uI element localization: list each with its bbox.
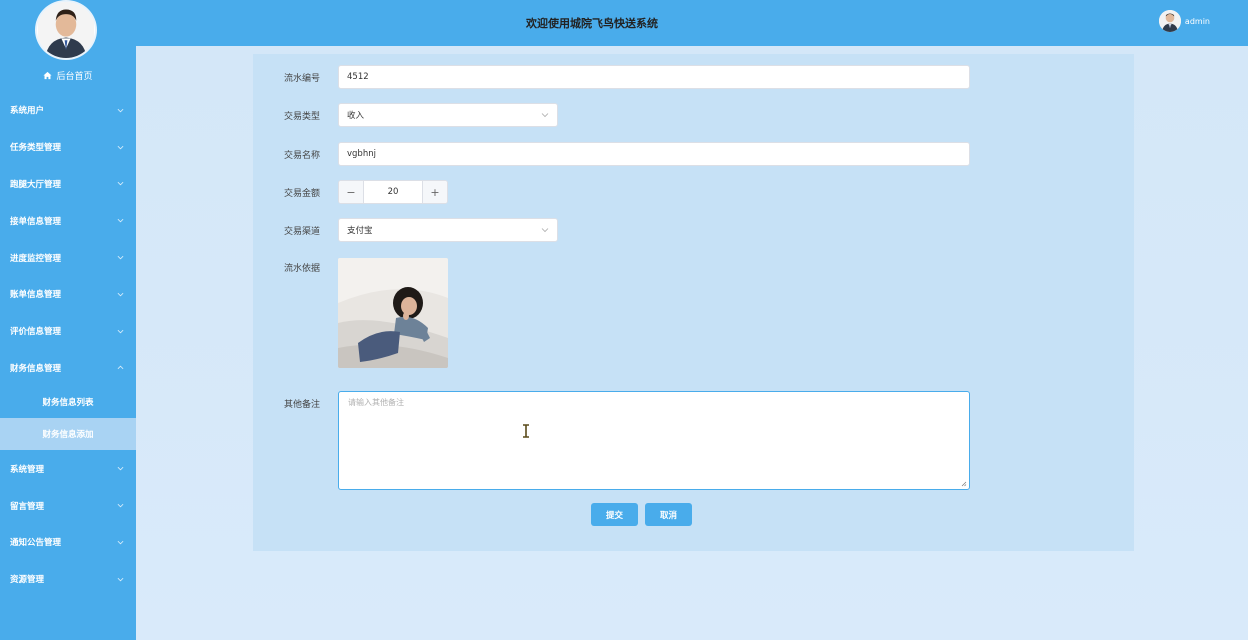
chevron-down-icon (117, 145, 124, 150)
cancel-button[interactable]: 取消 (645, 503, 693, 526)
sidebar-menu: 系统用户 任务类型管理 跑腿大厅管理 接单信息管理 进度监控管理 账单信息管理 … (0, 92, 136, 598)
chevron-down-icon (117, 219, 124, 223)
channel-select[interactable]: 支付宝 (338, 218, 558, 242)
sidebar-subitem-label: 财务信息列表 (42, 398, 94, 409)
name-input[interactable]: vgbhnj (338, 142, 970, 166)
sidebar-item-notice-manage[interactable]: 通知公告管理 (0, 524, 136, 561)
chevron-down-icon (117, 503, 124, 508)
serial-input[interactable]: 4512 (338, 65, 970, 89)
form-actions: 提交 取消 (591, 503, 693, 526)
serial-label: 流水编号 (283, 73, 320, 84)
sidebar-item-label: 财务信息管理 (10, 363, 62, 374)
amount-label: 交易金额 (283, 188, 320, 199)
chevron-down-icon (117, 182, 124, 186)
chevron-down-icon (117, 108, 124, 113)
form-row-name: 交易名称 vgbhnj (253, 142, 970, 166)
sidebar-avatar (35, 0, 97, 60)
home-icon (43, 71, 53, 79)
form-row-type: 交易类型 收入 (253, 103, 558, 127)
type-label: 交易类型 (283, 111, 320, 122)
sidebar-item-message-manage[interactable]: 留言管理 (0, 487, 136, 524)
chevron-down-icon (117, 292, 124, 297)
form-row-amount: 交易金额 − 20 + (253, 180, 448, 204)
type-select-value: 收入 (347, 111, 365, 121)
chevron-down-icon (117, 540, 124, 545)
sidebar-item-resource-manage[interactable]: 资源管理 (0, 561, 136, 598)
sidebar-item-label: 系统用户 (10, 106, 45, 117)
type-select[interactable]: 收入 (338, 103, 558, 127)
sidebar-item-system-manage[interactable]: 系统管理 (0, 450, 136, 487)
sidebar-item-finance-info[interactable]: 财务信息管理 (0, 350, 136, 387)
sidebar-item-progress-monitor[interactable]: 进度监控管理 (0, 239, 136, 276)
username-label[interactable]: admin (1185, 17, 1210, 26)
home-link[interactable]: 后台首页 (0, 66, 136, 84)
chevron-down-icon (541, 228, 549, 233)
home-link-label[interactable]: 后台首页 (56, 69, 92, 82)
sidebar-item-label: 接单信息管理 (10, 216, 62, 227)
sidebar-item-label: 资源管理 (10, 575, 45, 586)
form-row-serial: 流水编号 4512 (253, 65, 970, 89)
chevron-down-icon (541, 113, 549, 118)
sidebar-item-label: 通知公告管理 (10, 538, 62, 549)
chevron-down-icon (117, 467, 124, 471)
notes-label: 其他备注 (283, 400, 320, 410)
sidebar-item-task-types[interactable]: 任务类型管理 (0, 129, 136, 166)
channel-select-value: 支付宝 (347, 226, 373, 236)
evidence-photo (338, 258, 448, 368)
user-avatar[interactable] (1158, 10, 1181, 32)
increment-button[interactable]: + (423, 181, 447, 203)
page-title: 欢迎使用城院飞鸟快送系统 (526, 17, 658, 30)
sidebar: 后台首页 系统用户 任务类型管理 跑腿大厅管理 接单信息管理 进度监控管理 账单… (0, 0, 136, 640)
sidebar-subitem-label: 财务信息添加 (42, 430, 94, 441)
chevron-down-icon (117, 329, 124, 334)
name-label: 交易名称 (283, 150, 320, 161)
amount-input[interactable]: 20 (363, 181, 423, 203)
text-cursor-icon (523, 424, 529, 438)
sidebar-item-errand-hall[interactable]: 跑腿大厅管理 (0, 166, 136, 203)
sidebar-item-label: 评价信息管理 (10, 327, 62, 338)
decrement-button[interactable]: − (339, 181, 363, 203)
channel-label: 交易渠道 (283, 226, 320, 237)
notes-placeholder: 请输入其他备注 (348, 398, 404, 407)
sidebar-item-label: 任务类型管理 (10, 143, 62, 154)
user-menu[interactable]: admin (1158, 10, 1210, 32)
sidebar-subitem-finance-add[interactable]: 财务信息添加 (0, 418, 136, 451)
top-header: 欢迎使用城院飞鸟快送系统 admin (136, 0, 1248, 46)
sidebar-item-label: 进度监控管理 (10, 253, 62, 264)
sidebar-item-label: 跑腿大厅管理 (10, 179, 62, 190)
sidebar-item-label: 系统管理 (10, 464, 45, 475)
submit-button[interactable]: 提交 (591, 503, 639, 526)
resize-handle-icon[interactable] (961, 481, 967, 487)
amount-stepper: − 20 + (338, 180, 448, 204)
form-row-channel: 交易渠道 支付宝 (253, 218, 558, 242)
chevron-down-icon (117, 577, 124, 582)
sidebar-item-system-users[interactable]: 系统用户 (0, 92, 136, 129)
form-row-notes: 其他备注 请输入其他备注 (253, 391, 970, 490)
form-panel: 流水编号 4512 交易类型 收入 交易名称 vgbhnj 交易金额 − 20 … (253, 54, 1134, 551)
notes-textarea[interactable]: 请输入其他备注 (338, 391, 970, 490)
chevron-down-icon (117, 255, 124, 260)
sidebar-item-order-info[interactable]: 接单信息管理 (0, 202, 136, 239)
form-row-evidence: 流水依据 (253, 258, 448, 368)
evidence-label: 流水依据 (283, 264, 320, 274)
sidebar-item-bill-info[interactable]: 账单信息管理 (0, 276, 136, 313)
sidebar-item-label: 留言管理 (10, 501, 45, 512)
evidence-image[interactable] (338, 258, 448, 368)
sidebar-subitem-finance-list[interactable]: 财务信息列表 (0, 386, 136, 418)
chevron-up-icon (117, 366, 124, 370)
sidebar-item-label: 账单信息管理 (10, 290, 62, 301)
sidebar-item-review-info[interactable]: 评价信息管理 (0, 313, 136, 350)
